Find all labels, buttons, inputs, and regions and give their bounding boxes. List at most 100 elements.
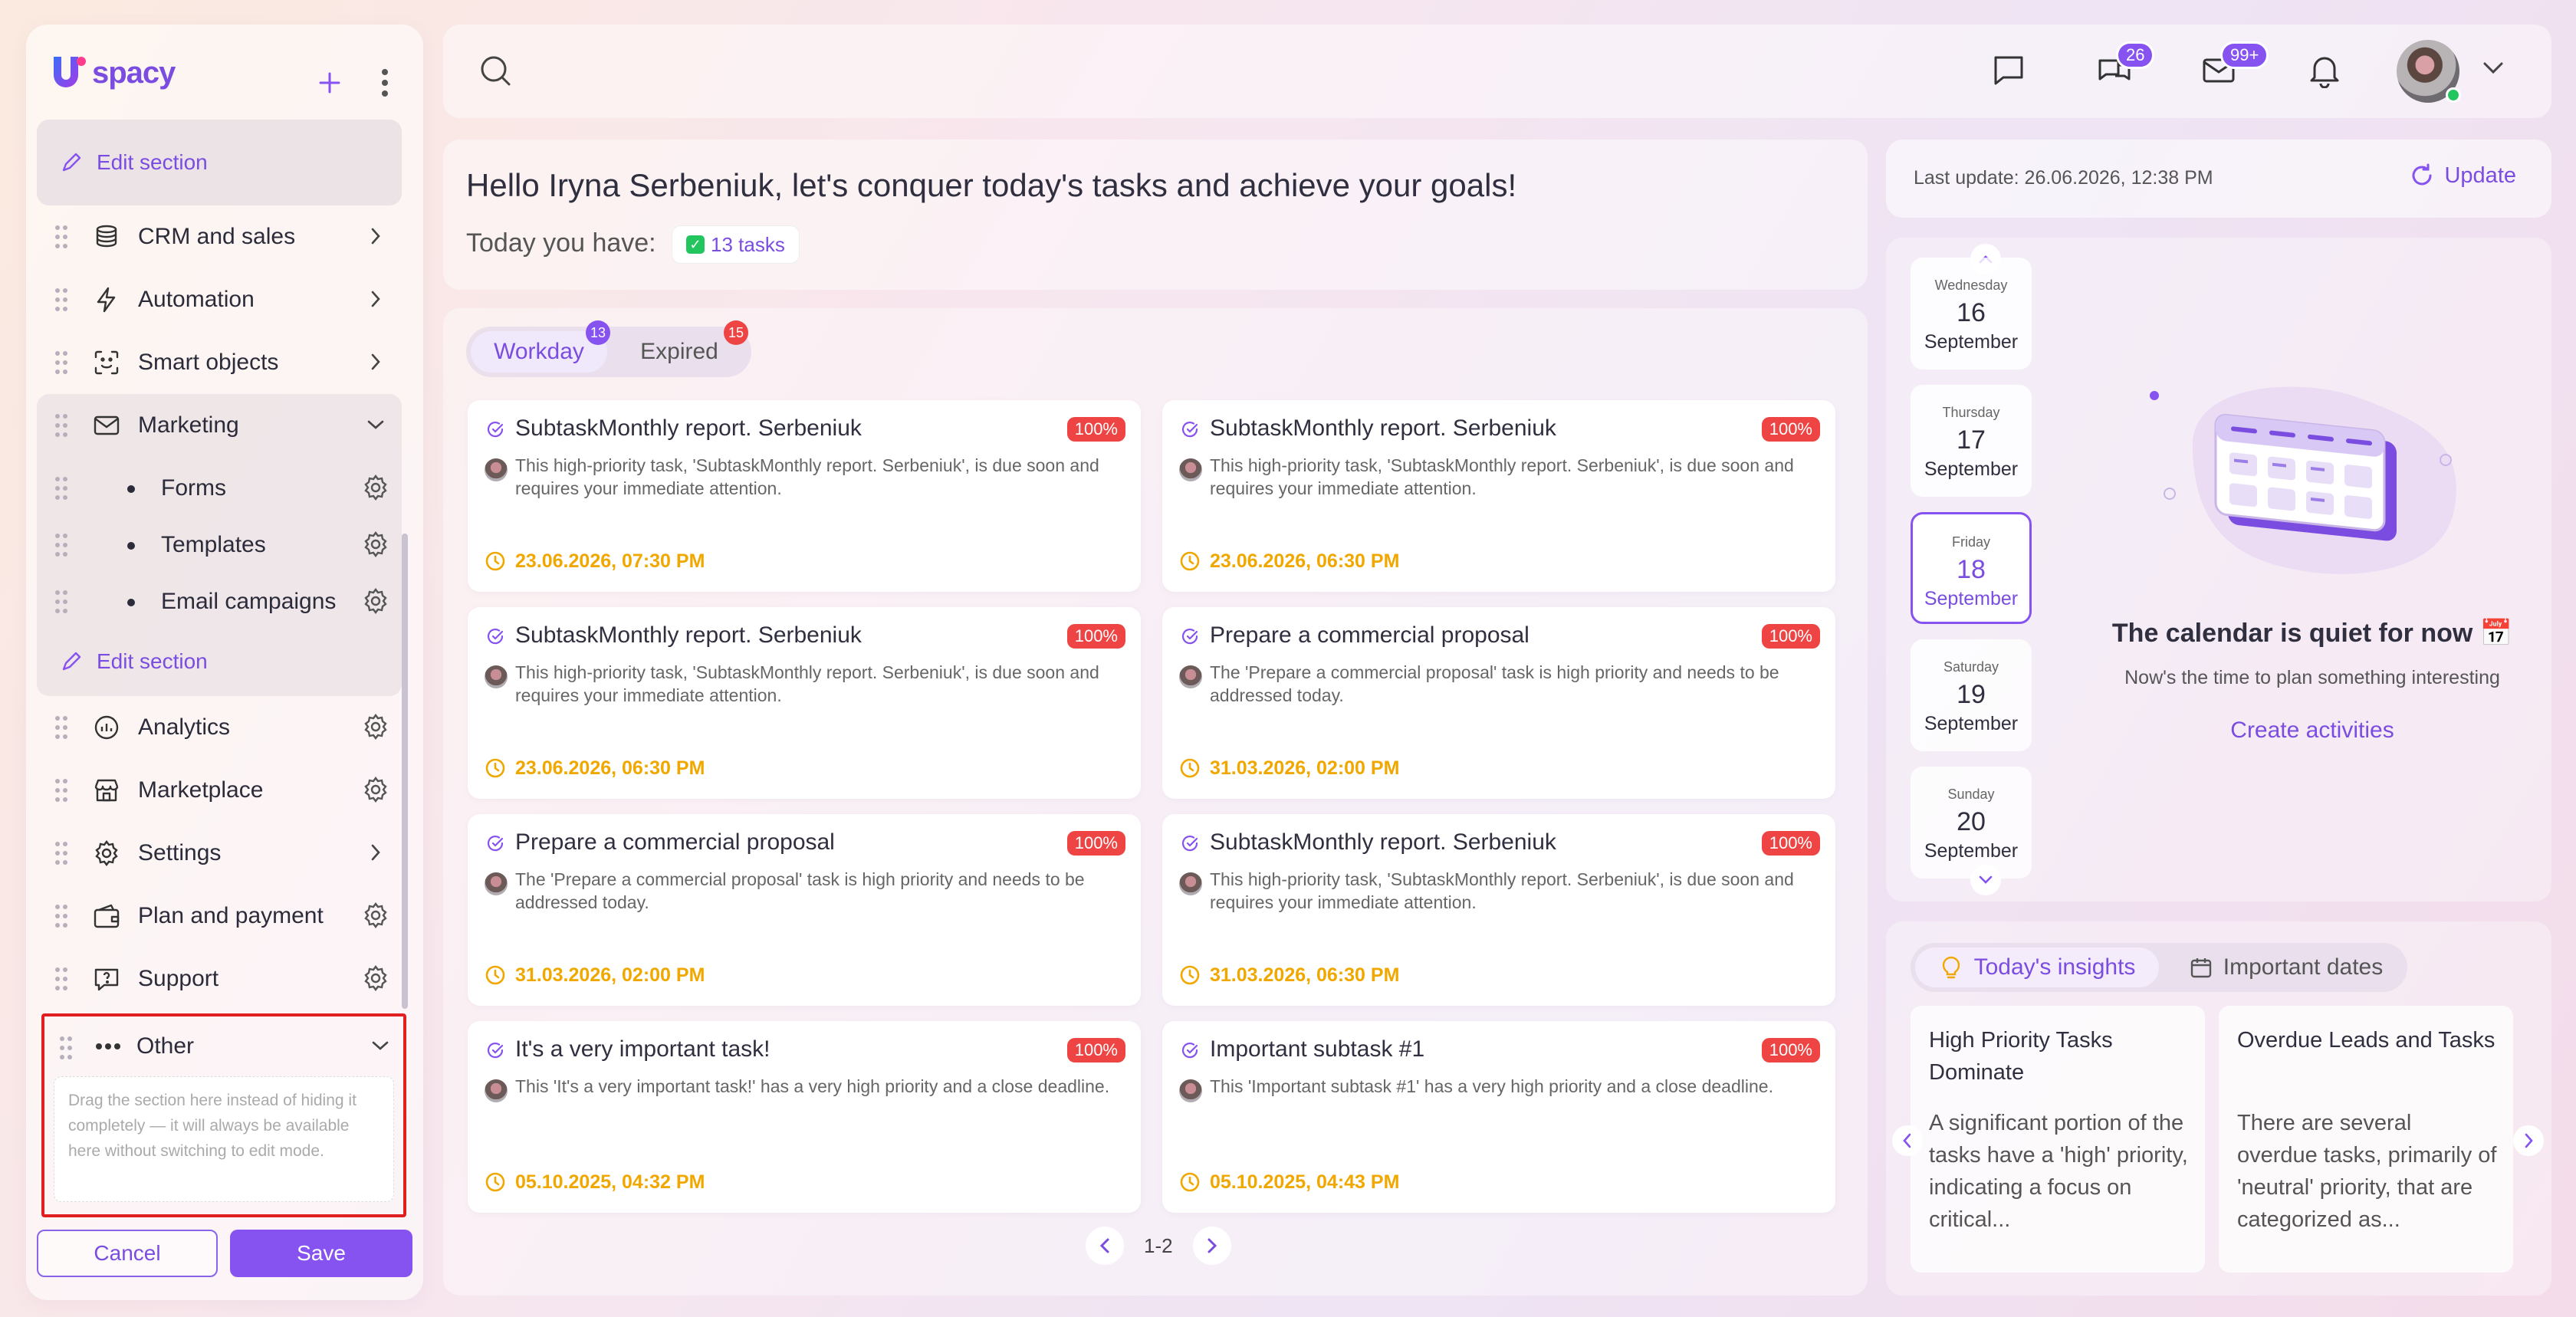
message-square-icon [1994, 56, 2023, 85]
task-title: Prepare a commercial proposal [515, 829, 835, 855]
tasks-count-text: 13 tasks [711, 232, 785, 256]
online-status-indicator [2446, 87, 2461, 103]
user-avatar[interactable] [2397, 40, 2461, 103]
horizontal-dots-icon [96, 1043, 120, 1049]
task-assignee-avatar [1179, 665, 1202, 688]
drag-handle-icon [55, 842, 67, 865]
update-bar: Last update: 26.06.2026, 12:38 PM Update [1886, 140, 2551, 218]
tasks-panel: Workday 13 Expired 15 SubtaskMonthly rep… [443, 308, 1868, 1296]
app-logo[interactable]: spacy [48, 46, 176, 100]
task-title: SubtaskMonthly report. Serbeniuk [1210, 829, 1556, 855]
task-description: This high-priority task, 'SubtaskMonthly… [1210, 869, 1794, 912]
tab-label: Workday [494, 339, 584, 364]
day-month: September [1924, 331, 2019, 353]
sidebar-item-support[interactable]: Support [37, 948, 402, 1010]
sidebar-item-crm[interactable]: CRM and sales [37, 205, 402, 268]
messages-button[interactable] [1987, 49, 2030, 92]
tab-workday[interactable]: Workday 13 [471, 320, 610, 373]
sidebar-subitem-forms[interactable]: Forms [37, 457, 402, 514]
calendar-scroll-down[interactable] [1970, 865, 2001, 895]
search-button[interactable] [477, 52, 515, 90]
gear-icon[interactable] [360, 711, 391, 742]
task-progress-badge: 100% [1066, 417, 1125, 442]
task-check-icon [1181, 629, 1198, 645]
sidebar-subitem-email-campaigns[interactable]: Email campaigns [37, 570, 402, 627]
tab-important-dates[interactable]: Important dates [2171, 948, 2401, 987]
other-section-hint: Drag the section here instead of hiding … [54, 1076, 394, 1202]
task-card[interactable]: Important subtask #1 100% This 'Important … [1162, 1021, 1835, 1213]
vertical-dots-icon [382, 69, 388, 97]
sidebar-item-settings[interactable]: Settings [37, 822, 402, 885]
chats-button[interactable]: 26 [2093, 41, 2155, 92]
sidebar-item-plan-payment[interactable]: Plan and payment [37, 885, 402, 948]
cancel-button[interactable]: Cancel [37, 1230, 218, 1277]
sidebar-item-other[interactable]: Other [44, 1016, 403, 1078]
task-check-icon [487, 629, 504, 645]
task-due-date: 23.06.2026, 07:30 PM [515, 550, 705, 572]
calendar-day[interactable]: Wednesday 16 September [1911, 258, 2032, 369]
gear-icon[interactable] [360, 900, 391, 931]
tab-expired[interactable]: Expired 15 [612, 320, 748, 373]
task-card[interactable]: SubtaskMonthly report. Serbeniuk 100% This… [468, 607, 1141, 799]
add-button[interactable] [311, 64, 348, 101]
task-assignee-avatar [485, 1079, 508, 1102]
insights-next-button[interactable] [2513, 1125, 2544, 1156]
task-card[interactable]: SubtaskMonthly report. Serbeniuk 100% This… [468, 400, 1141, 592]
insight-card[interactable]: High Priority Tasks Dominate A significa… [1911, 1006, 2205, 1273]
other-section-dropzone[interactable]: Other Drag the section here instead of h… [41, 1013, 406, 1217]
task-progress-badge: 100% [1761, 1038, 1820, 1062]
task-progress-badge: 100% [1066, 831, 1125, 856]
save-button[interactable]: Save [230, 1230, 412, 1277]
calendar-day[interactable]: Friday 18 September [1911, 512, 2032, 624]
clock-icon [485, 965, 505, 985]
calendar-panel: Wednesday 16 September Thursday 17 September F… [1886, 238, 2551, 902]
chevron-right-icon [1208, 1238, 1217, 1253]
mail-button[interactable]: 99+ [2197, 41, 2269, 92]
notifications-button[interactable] [2303, 49, 2346, 92]
insight-card[interactable]: Overdue Leads and Tasks There are severa… [2219, 1006, 2513, 1273]
prev-page-button[interactable] [1086, 1227, 1124, 1265]
page-indicator: 1-2 [1144, 1233, 1173, 1257]
create-activities-link[interactable]: Create activities [2098, 718, 2527, 744]
gear-icon[interactable] [360, 529, 391, 560]
user-menu-chevron[interactable] [2482, 61, 2504, 75]
task-card[interactable]: Prepare a commercial proposal 100% The 'Pr… [468, 814, 1141, 1006]
calendar-day[interactable]: Thursday 17 September [1911, 385, 2032, 497]
tab-label: Expired [640, 339, 718, 364]
sidebar-item-label: Support [138, 966, 219, 991]
task-title: Important subtask #1 [1210, 1036, 1425, 1062]
sidebar-scrollbar[interactable] [402, 534, 408, 1009]
chevron-right-icon [2525, 1133, 2533, 1148]
next-page-button[interactable] [1192, 1227, 1231, 1265]
drag-handle-icon [55, 288, 67, 311]
sidebar-item-marketplace[interactable]: Marketplace [37, 759, 402, 822]
calendar-day[interactable]: Sunday 20 September [1911, 767, 2032, 879]
edit-section-button-marketing[interactable]: Edit section [37, 627, 402, 696]
update-button[interactable]: Update [2409, 163, 2516, 189]
sidebar-item-analytics[interactable]: Analytics [37, 696, 402, 759]
edit-section-button[interactable]: Edit section [37, 120, 402, 205]
sidebar-item-automation[interactable]: Automation [37, 268, 402, 331]
task-due-date: 31.03.2026, 02:00 PM [1210, 757, 1400, 779]
gear-icon[interactable] [360, 586, 391, 616]
day-number: 19 [1957, 680, 1986, 709]
drag-handle-icon [60, 1036, 72, 1059]
tab-label: Important dates [2223, 954, 2384, 980]
gear-icon[interactable] [360, 963, 391, 993]
sidebar-item-marketing[interactable]: Marketing [37, 394, 402, 457]
task-card[interactable]: Prepare a commercial proposal 100% The 'Pr… [1162, 607, 1835, 799]
gear-icon[interactable] [360, 472, 391, 503]
task-card[interactable]: SubtaskMonthly report. Serbeniuk 100% This… [1162, 400, 1835, 592]
tab-todays-insights[interactable]: Today's insights [1915, 948, 2159, 987]
tasks-count-badge[interactable]: ✓ 13 tasks [672, 225, 800, 264]
bell-icon [2310, 57, 2339, 88]
task-card[interactable]: SubtaskMonthly report. Serbeniuk 100% This… [1162, 814, 1835, 1006]
gear-icon[interactable] [360, 774, 391, 805]
sidebar-item-smart-objects[interactable]: Smart objects [37, 331, 402, 394]
calendar-day[interactable]: Saturday 19 September [1911, 639, 2032, 751]
task-progress-badge: 100% [1066, 624, 1125, 649]
task-check-icon [487, 1043, 504, 1059]
sidebar-subitem-templates[interactable]: Templates [37, 514, 402, 570]
more-menu-button[interactable] [366, 64, 403, 101]
task-card[interactable]: It's a very important task! 100% This 'It'… [468, 1021, 1141, 1213]
